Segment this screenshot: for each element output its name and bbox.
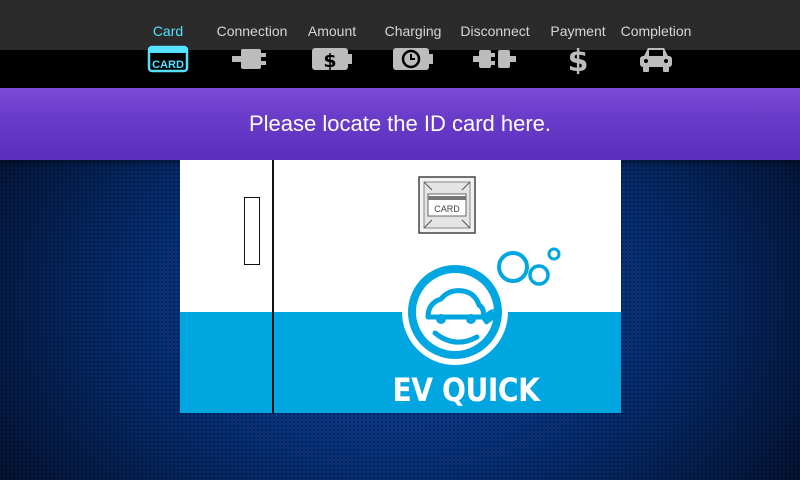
car-icon: [640, 48, 672, 72]
step-card: Card CARD: [120, 0, 216, 80]
step-label: Completion: [620, 23, 692, 39]
charger-door-divider: [272, 160, 274, 413]
ev-logo-icon: [402, 247, 561, 365]
instruction-message: Please locate the ID card here.: [248, 111, 552, 136]
svg-text:CARD: CARD: [434, 204, 460, 214]
money-battery-icon: $: [312, 48, 352, 72]
card-icon: CARD: [147, 45, 189, 73]
step-disconnect: Disconnect: [447, 0, 543, 80]
instruction-banner: Please locate the ID card here.: [0, 88, 800, 160]
clock-battery-icon: [393, 48, 433, 70]
step-completion: Completion: [608, 0, 704, 80]
charger-illustration: CARD EV QUICK CHARGER: [180, 160, 621, 413]
charger-door-handle: [244, 197, 260, 265]
step-label: Disconnect: [460, 23, 530, 39]
svg-text:CARD: CARD: [152, 59, 184, 71]
connector-icon: [232, 49, 266, 69]
charger-brand-text: EV QUICK CHARGER: [392, 371, 541, 413]
progress-steps-bar: Card CARD Connection Amount $ Charging D…: [0, 0, 800, 88]
svg-text:$: $: [323, 50, 336, 72]
svg-text:$: $: [568, 44, 589, 74]
dollar-icon: $: [568, 44, 589, 74]
card-reader-icon[interactable]: CARD: [418, 176, 476, 234]
disconnect-icon: [473, 50, 516, 68]
step-label: Card: [152, 23, 184, 39]
